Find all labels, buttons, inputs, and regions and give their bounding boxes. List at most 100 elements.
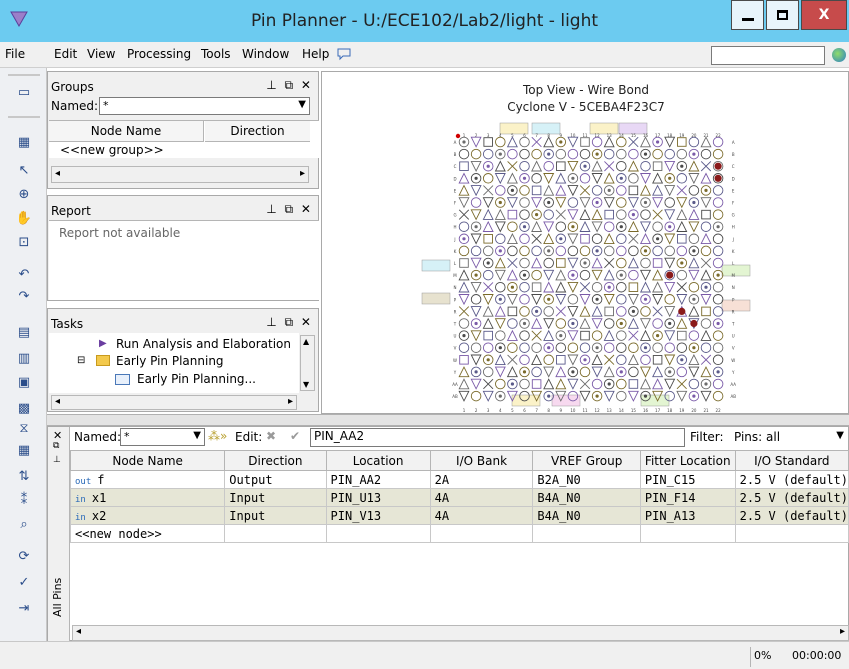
io-standard-cell[interactable]: 2.5 V (default): [734, 470, 849, 489]
vref-cell[interactable]: B4A_N0: [532, 506, 641, 525]
menu-window[interactable]: Window: [242, 47, 289, 61]
filter-combo[interactable]: Pins: all ▼: [731, 428, 848, 446]
float-icon[interactable]: ⧉: [53, 441, 59, 451]
scroll-right-icon[interactable]: ▸: [840, 626, 845, 637]
column-header[interactable]: I/O Standard: [734, 450, 849, 471]
panel-controls[interactable]: ⊥ ⧉ ✕: [266, 202, 313, 217]
scroll-up-icon[interactable]: ▲: [303, 337, 309, 346]
refresh-icon[interactable]: ⟳: [14, 546, 34, 566]
empty-cell[interactable]: [639, 524, 736, 543]
panel-controls[interactable]: ⊥ ⧉ ✕: [266, 315, 313, 330]
globe-icon[interactable]: [832, 48, 846, 62]
close-button[interactable]: X: [801, 0, 847, 30]
column-header[interactable]: Direction: [224, 450, 327, 471]
hand-icon[interactable]: ✋: [14, 208, 34, 228]
undo-icon[interactable]: ↶: [14, 264, 34, 284]
column-header[interactable]: Node Name: [69, 450, 226, 471]
edit-input[interactable]: PIN_AA2: [310, 428, 685, 447]
fit-icon[interactable]: ⊡: [14, 232, 34, 252]
empty-cell[interactable]: [532, 524, 641, 543]
pin-grid-icon[interactable]: ▤: [14, 322, 34, 342]
node-name-cell[interactable]: in x2: [69, 506, 226, 525]
empty-cell[interactable]: [325, 524, 431, 543]
assign-icon[interactable]: ⇅: [14, 466, 34, 486]
pin-in-icon[interactable]: ⇥: [14, 598, 34, 618]
table-row[interactable]: out f Output PIN_AA2 2A B2A_N0 PIN_C15 2.…: [69, 470, 849, 489]
new-group-item[interactable]: <<new group>>: [60, 143, 164, 157]
scroll-down-icon[interactable]: ▼: [303, 380, 309, 389]
panel-controls[interactable]: ⊥ ⧉ ✕: [266, 78, 313, 93]
vref-cell[interactable]: B2A_N0: [532, 470, 641, 489]
scroll-right-icon[interactable]: ▸: [300, 168, 305, 179]
search-chip-icon[interactable]: ⌕: [14, 514, 34, 534]
splitter[interactable]: [47, 414, 849, 426]
task-item[interactable]: Early Pin Planning: [116, 354, 224, 368]
io-standard-cell[interactable]: 2.5 V (default): [734, 506, 849, 525]
menu-edit[interactable]: Edit: [54, 47, 77, 61]
scroll-left-icon[interactable]: ◂: [76, 626, 81, 637]
location-cell[interactable]: PIN_V13: [325, 506, 431, 525]
node-name-cell[interactable]: out f: [69, 470, 226, 489]
column-header[interactable]: Node Name: [49, 121, 204, 142]
location-cell[interactable]: PIN_AA2: [325, 470, 431, 489]
chip-view[interactable]: Top View - Wire Bond Cyclone V - 5CEBA4F…: [321, 71, 849, 414]
named-combo[interactable]: * ▼: [120, 428, 205, 446]
menu-processing[interactable]: Processing: [127, 47, 191, 61]
menu-file[interactable]: File: [5, 47, 25, 61]
direction-cell[interactable]: Input: [224, 488, 327, 507]
scroll-left-icon[interactable]: ◂: [55, 168, 60, 179]
location-cell[interactable]: PIN_U13: [325, 488, 431, 507]
table-icon[interactable]: ▦: [14, 132, 34, 152]
vref-cell[interactable]: B4A_N0: [532, 488, 641, 507]
pin-icon[interactable]: ⊥: [53, 455, 61, 465]
empty-cell[interactable]: [429, 524, 534, 543]
vertical-scrollbar[interactable]: ▲ ▼: [300, 335, 315, 391]
io-standard-cell[interactable]: 2.5 V (default): [734, 488, 849, 507]
cancel-edit-icon[interactable]: ✖: [266, 429, 276, 443]
empty-cell[interactable]: [734, 524, 849, 543]
new-node-cell[interactable]: <<new node>>: [69, 524, 226, 543]
table-row[interactable]: in x1 Input PIN_U13 4A B4A_N0 PIN_F14 2.5…: [69, 488, 849, 507]
horizontal-scrollbar[interactable]: ◂ ▸: [51, 395, 297, 410]
minimize-button[interactable]: [731, 0, 764, 30]
grid-icon[interactable]: ▦: [14, 440, 34, 460]
filter-wand-icon[interactable]: ⁂»: [208, 429, 227, 443]
redo-icon[interactable]: ↷: [14, 286, 34, 306]
list-icon[interactable]: ▣: [14, 372, 34, 392]
zoom-icon[interactable]: ⊕: [14, 184, 34, 204]
scroll-left-icon[interactable]: ◂: [55, 396, 60, 407]
node-name-cell[interactable]: in x1: [69, 488, 226, 507]
accept-edit-icon[interactable]: ✔: [290, 429, 300, 443]
speech-icon[interactable]: ▭: [14, 82, 34, 102]
column-header[interactable]: Location: [325, 450, 431, 471]
pin-legend-icon[interactable]: ▥: [14, 348, 34, 368]
direction-cell[interactable]: Output: [224, 470, 327, 489]
menu-tools[interactable]: Tools: [201, 47, 231, 61]
filter-icon[interactable]: ⧖: [14, 418, 34, 438]
column-header[interactable]: Fitter Location: [639, 450, 736, 471]
named-combo[interactable]: * ▼: [99, 97, 310, 115]
horizontal-scrollbar[interactable]: ◂ ▸: [72, 625, 849, 641]
search-input[interactable]: [711, 46, 825, 65]
column-header[interactable]: VREF Group: [532, 450, 641, 471]
tab-all-pins[interactable]: All Pins: [51, 578, 64, 617]
direction-cell[interactable]: Input: [224, 506, 327, 525]
scroll-right-icon[interactable]: ▸: [288, 396, 293, 407]
help-chat-icon[interactable]: [336, 47, 352, 61]
menu-view[interactable]: View: [87, 47, 115, 61]
io-bank-cell[interactable]: 4A: [429, 506, 534, 525]
fitter-cell[interactable]: PIN_F14: [639, 488, 736, 507]
io-bank-cell[interactable]: 2A: [429, 470, 534, 489]
check-icon[interactable]: ✓: [14, 572, 34, 592]
task-item[interactable]: Run Analysis and Elaboration: [116, 337, 291, 351]
empty-cell[interactable]: [224, 524, 327, 543]
task-item[interactable]: Early Pin Planning...: [137, 372, 256, 386]
horizontal-scrollbar[interactable]: ◂ ▸: [51, 166, 309, 183]
pin-package-diagram[interactable]: 1 2 3 4 5 6 7 8 9 10 11 12 13 14 15 16 17 18 19 20 21 221 2 3 4 5…: [322, 72, 849, 415]
menu-help[interactable]: Help: [302, 47, 329, 61]
collapse-icon[interactable]: ⊟: [77, 355, 85, 366]
table-row[interactable]: <<new node>>: [69, 524, 849, 543]
table-row[interactable]: in x2 Input PIN_V13 4A B4A_N0 PIN_A13 2.5…: [69, 506, 849, 525]
fitter-cell[interactable]: PIN_C15: [639, 470, 736, 489]
differential-icon[interactable]: ⁑: [14, 490, 34, 510]
